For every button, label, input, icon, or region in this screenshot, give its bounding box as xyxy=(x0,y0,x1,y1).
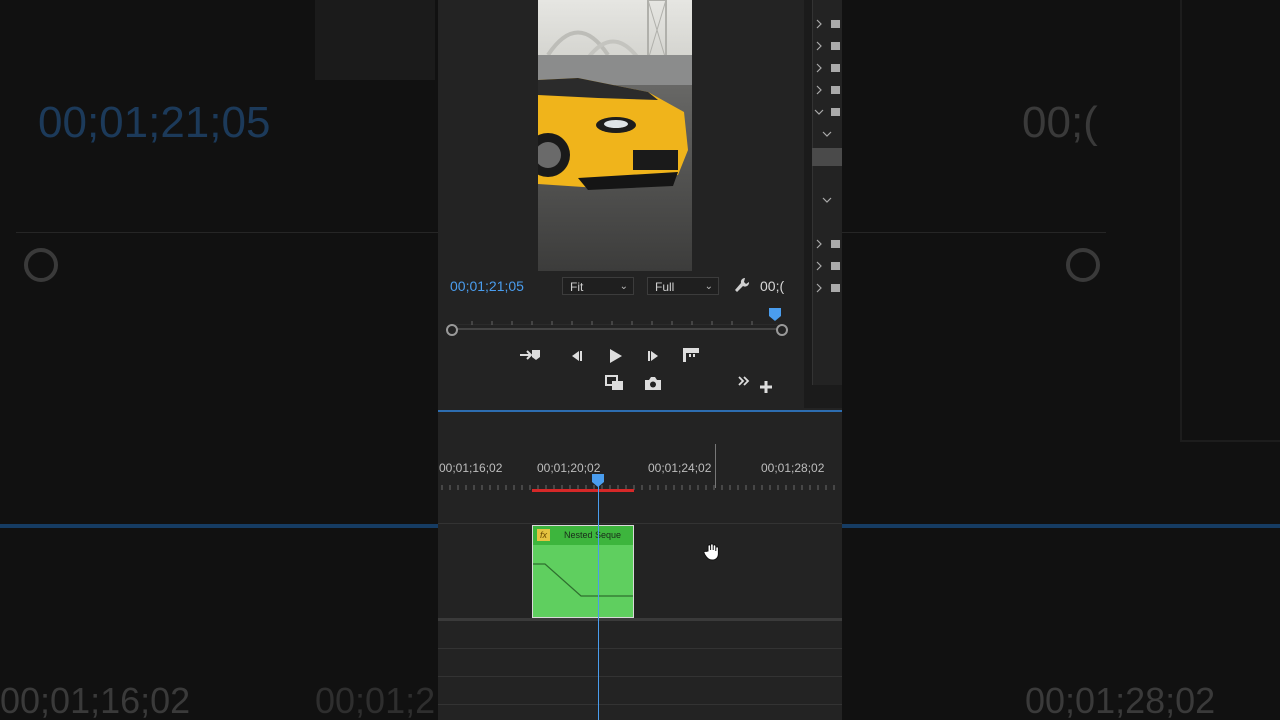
playhead-timecode[interactable]: 00;01;21;05 xyxy=(450,278,524,294)
project-panel xyxy=(804,0,842,408)
background-timecode: 00;01;21;05 xyxy=(38,98,271,147)
comparison-view-icon[interactable] xyxy=(605,375,625,397)
work-area-bar[interactable] xyxy=(532,489,634,492)
insert-icon[interactable] xyxy=(682,347,700,368)
folder-item-6[interactable] xyxy=(814,260,842,274)
ruler-label-2: 00;01;20;02 xyxy=(537,461,601,475)
folder-item-expanded[interactable] xyxy=(814,106,842,120)
background-timeline-label-mid: 00;01;2 xyxy=(315,680,436,720)
track-separator-1 xyxy=(438,523,842,524)
add-button-icon[interactable] xyxy=(759,380,773,399)
timeline-playhead-marker[interactable] xyxy=(592,474,604,488)
playback-resolution-dropdown[interactable]: Full ⌄ xyxy=(647,277,719,295)
chevron-down-icon: ⌄ xyxy=(619,281,628,292)
track-separator-2 xyxy=(438,618,842,621)
chevron-down-icon: ⌄ xyxy=(704,281,713,292)
zoom-level-value: Fit xyxy=(570,280,584,294)
go-to-in-marker-icon[interactable] xyxy=(519,348,541,367)
scrub-track xyxy=(450,328,780,330)
more-controls-chevrons-icon[interactable] xyxy=(738,373,750,391)
timeline-panel: 00;01;16;02 00;01;20;02 00;01;24;02 00;0… xyxy=(438,410,842,720)
background-video-blur xyxy=(315,0,435,80)
folder-item-3[interactable] xyxy=(814,62,842,76)
hand-cursor-icon xyxy=(702,542,722,567)
folder-item-2[interactable] xyxy=(814,40,842,54)
timeline-ruler-ticks[interactable] xyxy=(438,482,842,490)
step-forward-icon[interactable] xyxy=(647,349,661,368)
wrench-settings-icon[interactable] xyxy=(734,277,750,300)
ruler-label-4: 00;01;28;02 xyxy=(761,461,825,475)
folder-item-4[interactable] xyxy=(814,84,842,98)
scrub-end-handle[interactable] xyxy=(776,324,788,336)
scrub-ticks xyxy=(452,321,778,325)
background-timeline-label-right: 00;01;28;02 xyxy=(1025,680,1216,720)
step-back-icon[interactable] xyxy=(569,349,583,368)
ruler-label-3: 00;01;24;02 xyxy=(648,461,712,475)
fx-badge[interactable]: fx xyxy=(537,529,550,541)
subfolder-chevron-icon-2[interactable] xyxy=(822,194,842,208)
background-knob-left xyxy=(24,248,58,282)
project-panel-inner xyxy=(812,0,842,385)
playback-resolution-value: Full xyxy=(655,280,675,294)
monitor-scrub-bar[interactable] xyxy=(446,308,788,336)
folder-item-5[interactable] xyxy=(814,238,842,252)
program-monitor: 00;01;21;05 Fit ⌄ Full ⌄ 00;( xyxy=(438,0,804,408)
play-icon[interactable] xyxy=(608,348,624,369)
track-separator-4 xyxy=(438,676,842,677)
subfolder-chevron-icon[interactable] xyxy=(822,128,842,142)
sequence-duration-timecode: 00;( xyxy=(760,278,785,294)
scrub-start-handle[interactable] xyxy=(446,324,458,336)
car-graphic xyxy=(538,55,692,190)
monitor-control-row: 00;01;21;05 Fit ⌄ Full ⌄ 00;( xyxy=(438,276,804,298)
premiere-app: 00;01;21;05 Fit ⌄ Full ⌄ 00;(00;01;16;0… xyxy=(438,0,842,720)
background-timecode-partial: 00;( xyxy=(1022,98,1098,147)
folder-item-1[interactable] xyxy=(814,18,842,32)
timeline-playhead-line xyxy=(598,480,599,720)
background-side-panel xyxy=(1180,0,1280,442)
monitor-playhead-marker[interactable] xyxy=(769,308,781,322)
ruler-label-1: 00;01;16;02 xyxy=(439,461,503,475)
camera-export-frame-icon[interactable] xyxy=(644,376,662,396)
nested-sequence-clip[interactable]: fx Nested Seque xyxy=(532,525,634,618)
clip-name: Nested Seque xyxy=(564,530,622,540)
folder-item-7[interactable] xyxy=(814,282,842,296)
zoom-level-dropdown[interactable]: Fit ⌄ xyxy=(562,277,634,295)
track-separator-5 xyxy=(438,704,842,705)
track-separator-3 xyxy=(438,648,842,649)
timeline-focus-border xyxy=(438,410,842,412)
selected-project-item[interactable] xyxy=(812,148,842,166)
background-knob-right xyxy=(1066,248,1100,282)
background-timeline-label-left: 00;01;16;02 xyxy=(0,680,191,720)
program-video-frame xyxy=(538,0,692,271)
clip-keyframe-line[interactable] xyxy=(533,556,633,616)
